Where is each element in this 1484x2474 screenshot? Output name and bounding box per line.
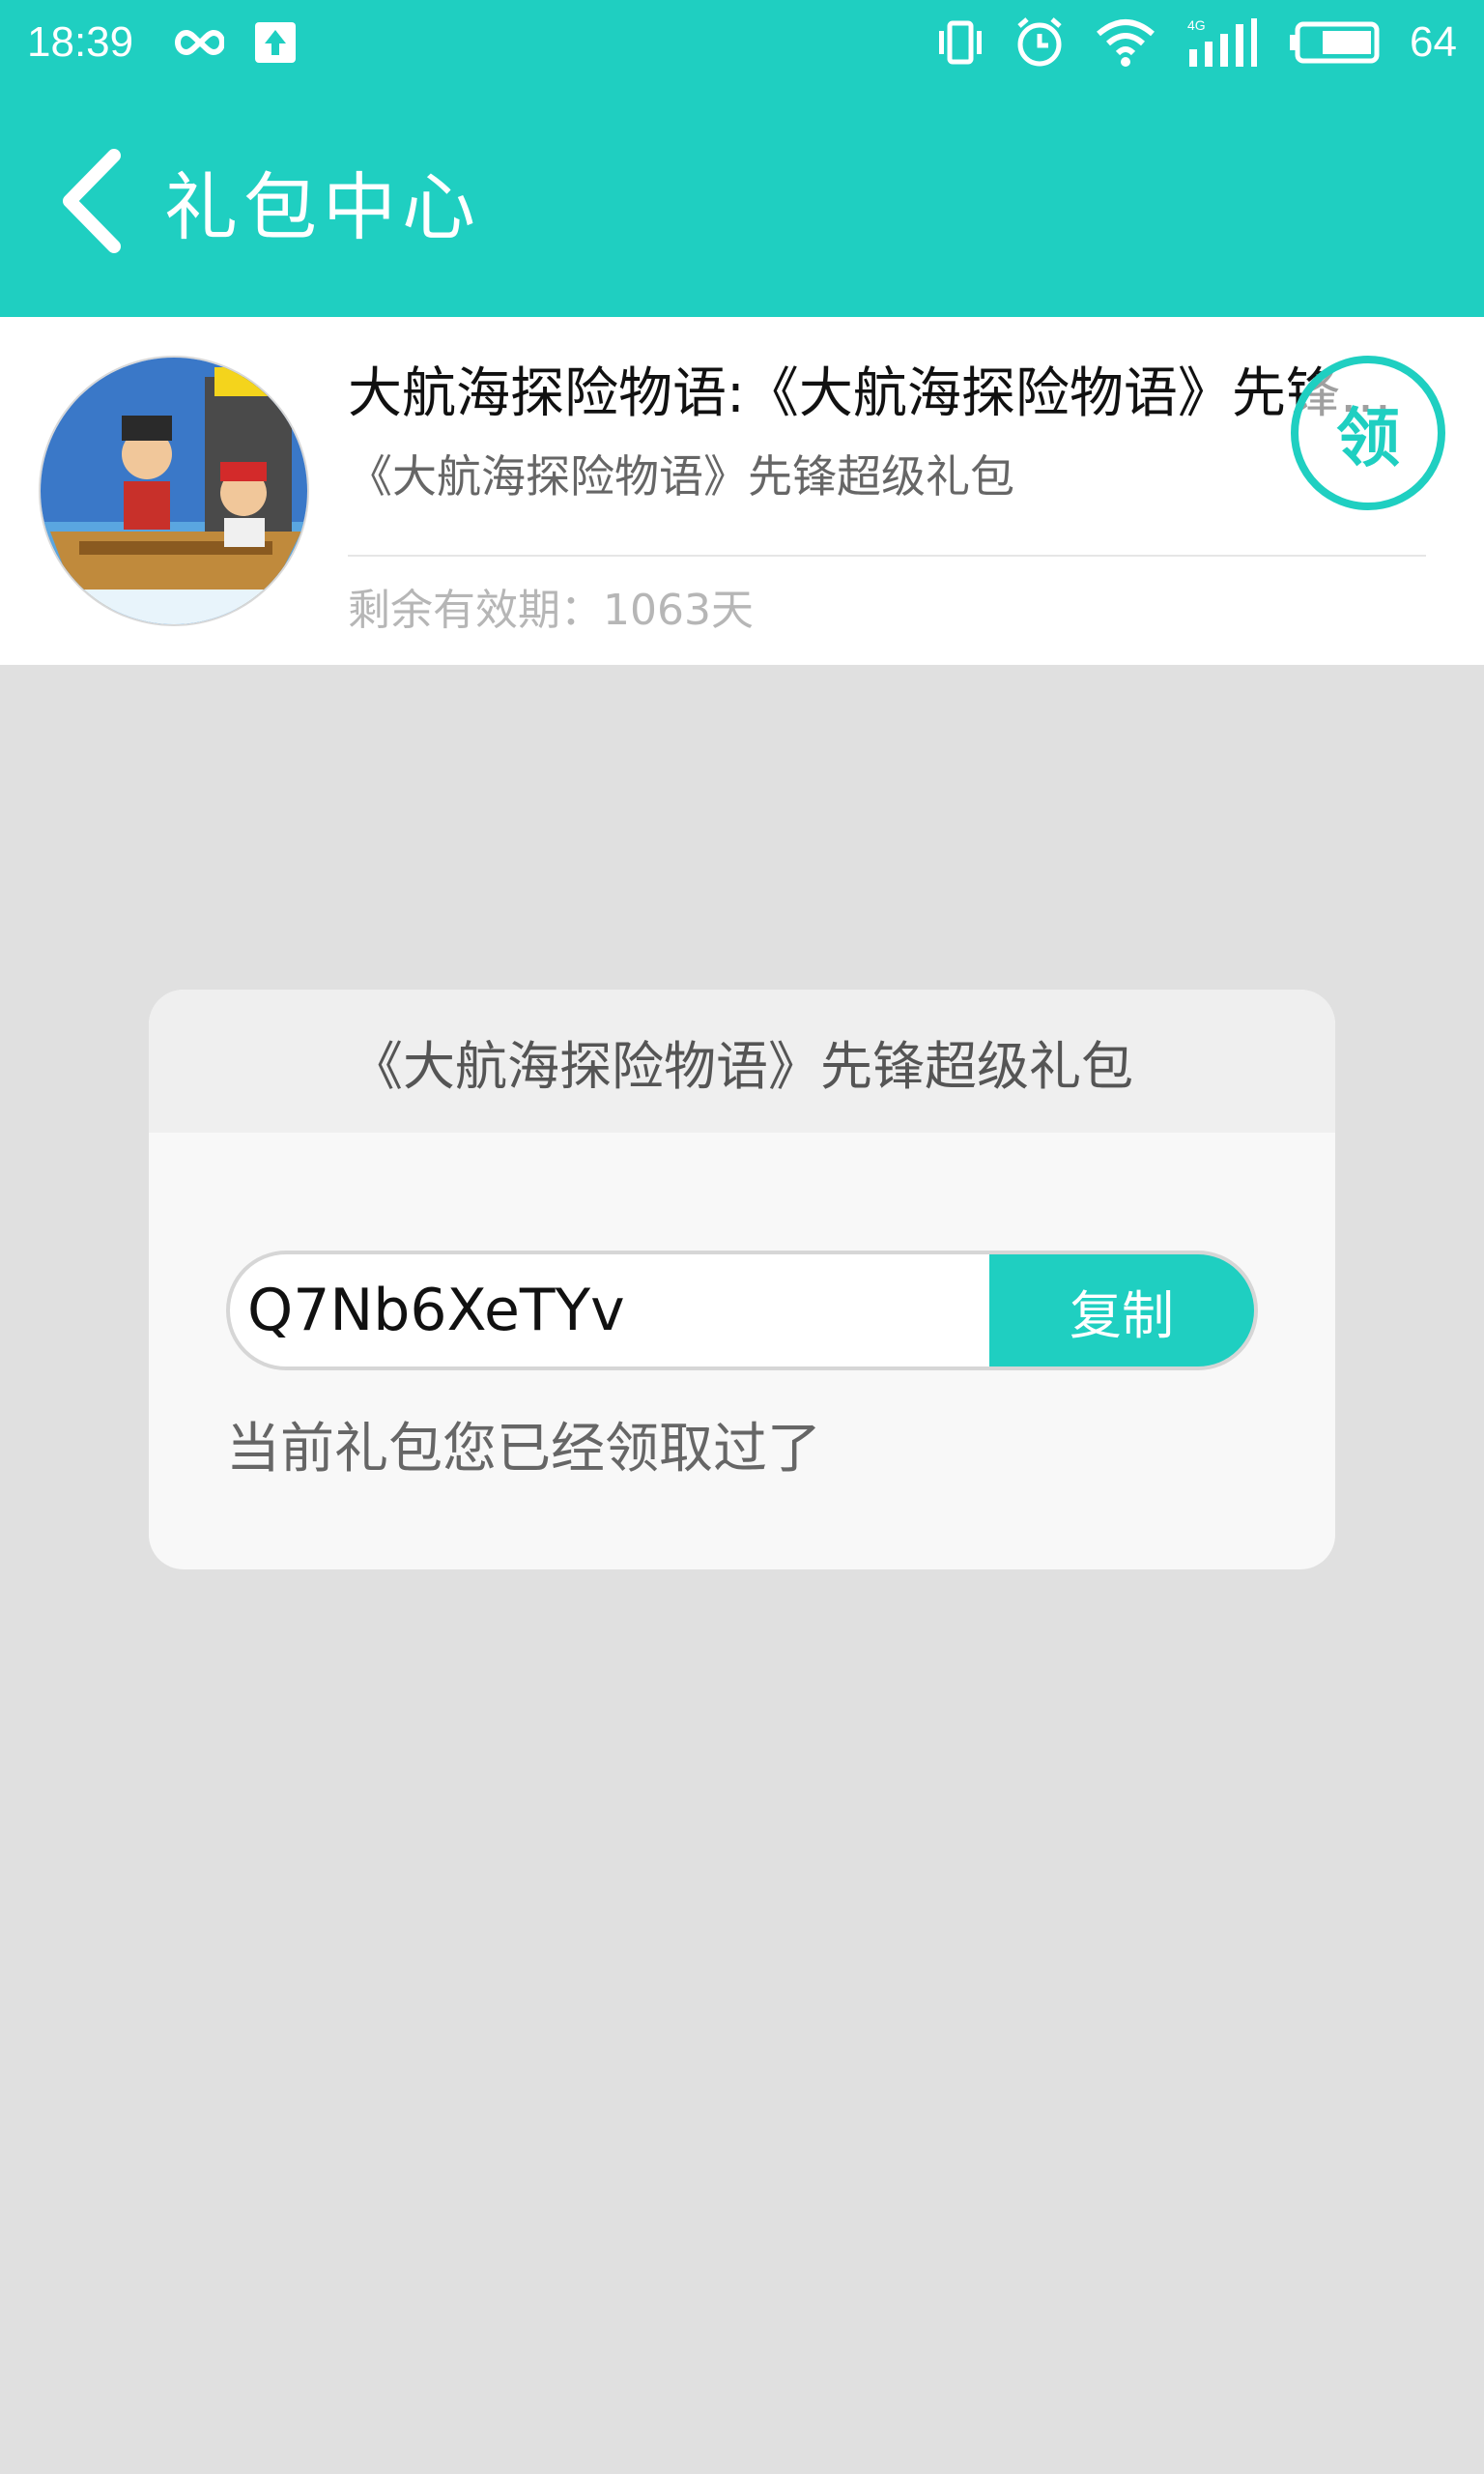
gift-title: 大航海探险物语:《大航海探险物语》先锋... xyxy=(348,362,1392,425)
wifi-icon xyxy=(1095,16,1156,69)
dialog-title: 《大航海探险物语》先锋超级礼包 xyxy=(149,990,1335,1133)
copy-button[interactable]: 复制 xyxy=(989,1251,1258,1370)
battery-percent: 64 xyxy=(1410,18,1457,66)
divider xyxy=(348,555,1426,557)
claim-button[interactable]: 领 xyxy=(1291,356,1445,510)
gift-code-dialog: 《大航海探险物语》先锋超级礼包 Q7Nb6XeTYv 复制 当前礼包您已经领取过… xyxy=(149,990,1335,1569)
back-button[interactable] xyxy=(39,138,145,264)
signal-4g-icon: 4G xyxy=(1185,16,1259,69)
vibrate-icon xyxy=(936,19,985,66)
battery-icon xyxy=(1288,20,1381,65)
gift-expiry: 剩余有效期：1063天 xyxy=(348,586,754,635)
dialog-message: 当前礼包您已经领取过了 xyxy=(226,1418,821,1481)
gift-code-field[interactable]: Q7Nb6XeTYv xyxy=(226,1251,989,1370)
app-bar: 礼包中心 xyxy=(0,85,1484,317)
status-bar: 18:39 4G 64 xyxy=(0,0,1484,85)
infinity-icon xyxy=(162,23,225,62)
code-row: Q7Nb6XeTYv 复制 xyxy=(226,1251,1258,1370)
svg-text:4G: 4G xyxy=(1187,17,1206,33)
alarm-icon xyxy=(1013,16,1066,69)
upload-icon xyxy=(253,20,298,65)
game-icon xyxy=(39,356,309,626)
status-time: 18:39 xyxy=(27,18,134,66)
back-arrow-icon xyxy=(63,149,121,253)
page-title: 礼包中心 xyxy=(164,164,481,250)
gift-subtitle: 《大航海探险物语》先锋超级礼包 xyxy=(348,450,1014,503)
